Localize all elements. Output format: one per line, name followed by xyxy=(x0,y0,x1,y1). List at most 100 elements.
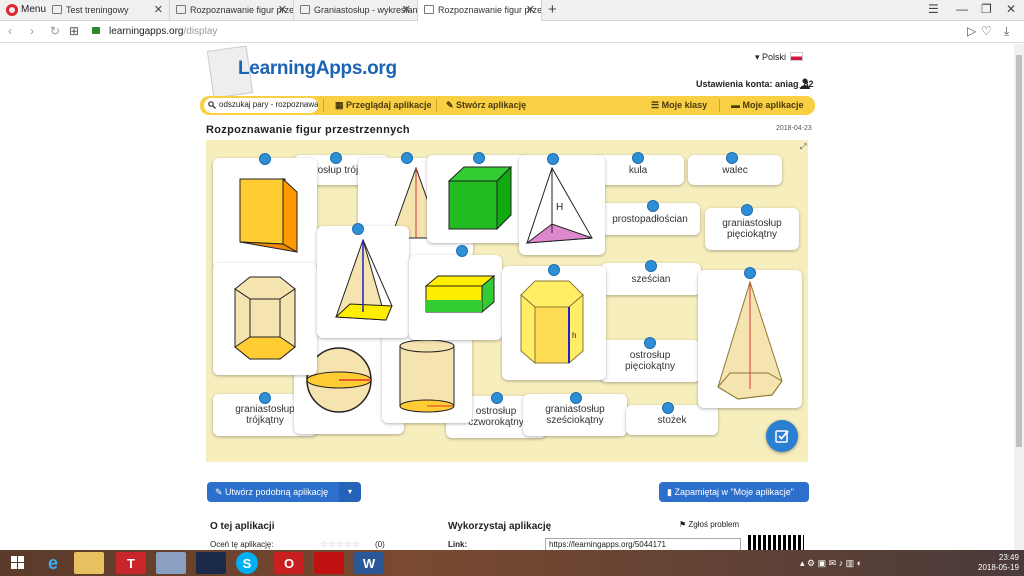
opera-taskbar-icon[interactable]: O xyxy=(274,552,304,574)
close-tab-icon[interactable]: ✕ xyxy=(278,3,287,16)
acrobat-icon[interactable] xyxy=(314,552,344,574)
search-input[interactable]: odszukaj pary - rozpoznawanie xyxy=(204,98,318,113)
t-app-icon[interactable]: T xyxy=(116,552,146,574)
cube-icon xyxy=(447,165,513,231)
my-apps-link[interactable]: ▬ Moje aplikacje xyxy=(731,100,804,110)
browse-apps-link[interactable]: ▦ Przeglądaj aplikacje xyxy=(335,100,432,111)
language-label: Polski xyxy=(762,52,787,62)
card-image-square-pyramid[interactable] xyxy=(317,226,409,338)
browser-tab-bar: Menu Test treningowy ✕ Rozpoznawanie fig… xyxy=(0,0,1024,21)
file-explorer-icon[interactable] xyxy=(74,552,104,574)
rating-stars[interactable]: ☆☆☆☆☆ xyxy=(320,539,360,550)
my-classes-link[interactable]: ☰ Moje klasy xyxy=(651,100,707,111)
connector-dot[interactable] xyxy=(647,200,659,212)
card-image-triangular-pyramid-h[interactable]: H xyxy=(519,155,605,255)
my-classes-label: Moje klasy xyxy=(661,100,708,110)
card-image-pentagonal-pyramid[interactable] xyxy=(698,270,802,408)
speed-dial-icon[interactable]: ⊞ xyxy=(69,24,79,38)
card-label: prostopadłościan xyxy=(612,213,688,225)
download-icon[interactable]: ⤓ xyxy=(1004,24,1009,39)
cuboid-icon xyxy=(424,274,495,313)
card-label: ostrosłup czworokątny xyxy=(468,406,524,428)
create-app-link[interactable]: ✎ Stwórz aplikację xyxy=(446,100,526,111)
create-similar-label: Utwórz podobną aplikację xyxy=(225,487,329,497)
connector-dot[interactable] xyxy=(547,153,559,165)
card-image-triangular-prism[interactable] xyxy=(213,158,317,270)
new-tab-icon[interactable]: + xyxy=(548,1,557,18)
create-similar-app-button[interactable]: ✎ Utwórz podobną aplikację xyxy=(207,482,343,502)
connector-dot[interactable] xyxy=(632,152,644,164)
page-icon xyxy=(424,5,434,14)
windows-start-icon[interactable] xyxy=(4,552,32,574)
restore-icon[interactable]: ❐ xyxy=(981,2,992,16)
app-title: Rozpoznawanie figur przestrzennych xyxy=(206,124,410,136)
connector-dot[interactable] xyxy=(645,260,657,272)
tab-3[interactable]: Graniastosłup - wykreślanka ✕ xyxy=(294,0,418,21)
internet-explorer-icon[interactable]: e xyxy=(38,552,68,574)
app-icon[interactable] xyxy=(156,552,186,574)
close-tab-icon[interactable]: ✕ xyxy=(526,3,535,16)
connector-dot[interactable] xyxy=(401,152,413,164)
tab-1[interactable]: Test treningowy ✕ xyxy=(46,0,170,21)
browser-menu-button[interactable]: Menu xyxy=(21,4,46,15)
close-window-icon[interactable]: ✕ xyxy=(1006,2,1016,16)
scrollbar-thumb[interactable] xyxy=(1016,55,1022,447)
connector-dot[interactable] xyxy=(473,152,485,164)
connector-dot[interactable] xyxy=(259,392,271,404)
hexagonal-prism-height-icon: h xyxy=(520,280,584,365)
connector-dot[interactable] xyxy=(726,152,738,164)
tetrahedron-icon: H xyxy=(525,166,593,244)
save-to-my-apps-button[interactable]: ▮ Zapamiętaj w "Moje aplikacje" xyxy=(659,482,809,502)
skype-icon[interactable]: S xyxy=(236,552,258,574)
language-selector[interactable]: ▾ Polski xyxy=(755,52,786,63)
card-label: ostrosłup pięciokątny xyxy=(624,350,676,372)
url-field[interactable]: learningapps.org/display xyxy=(109,26,217,37)
minimize-icon[interactable]: — xyxy=(956,2,968,16)
connector-dot[interactable] xyxy=(491,392,503,404)
send-icon[interactable]: ▷ xyxy=(967,24,976,38)
card-image-hexagonal-prism-h[interactable]: h xyxy=(502,266,606,380)
account-settings-link[interactable]: Ustawienia konta: aniag_82 xyxy=(696,79,814,89)
logo[interactable]: LearningApps.org xyxy=(206,45,410,99)
connector-dot[interactable] xyxy=(570,392,582,404)
connector-dot[interactable] xyxy=(259,153,271,165)
tab-2[interactable]: Rozpoznawanie figur przestrzennych ✕ xyxy=(170,0,294,21)
search-icon xyxy=(208,101,216,109)
card-graniastoslup-pieciokatny[interactable]: graniastosłup pięciokątny xyxy=(705,208,799,250)
connector-dot[interactable] xyxy=(741,204,753,216)
calculator-icon[interactable] xyxy=(196,552,226,574)
opera-logo-icon[interactable] xyxy=(6,4,18,16)
connector-dot[interactable] xyxy=(352,223,364,235)
back-icon[interactable]: ‹ xyxy=(8,24,12,38)
lock-icon xyxy=(92,27,100,34)
connector-dot[interactable] xyxy=(744,267,756,279)
forward-icon[interactable]: › xyxy=(30,24,34,38)
report-problem-link[interactable]: ⚑ Zgłoś problem xyxy=(679,520,739,529)
tab-menu-icon[interactable]: ☰ xyxy=(928,2,939,16)
connector-dot[interactable] xyxy=(548,264,560,276)
connector-dot[interactable] xyxy=(330,152,342,164)
card-image-hexagonal-prism[interactable] xyxy=(213,263,317,375)
card-image-cube[interactable] xyxy=(427,155,531,243)
taskbar-clock[interactable]: 23:49 2018-05-19 xyxy=(978,553,1019,573)
create-similar-dropdown[interactable]: ▾ xyxy=(339,482,361,502)
connector-dot[interactable] xyxy=(456,245,468,257)
tab-4-active[interactable]: Rozpoznawanie figur przestrzennych ✕ xyxy=(418,0,542,21)
bookmark-heart-icon[interactable]: ♡ xyxy=(981,24,992,38)
nav-divider xyxy=(323,99,324,112)
tab-label: Test treningowy xyxy=(66,5,129,15)
app-link-value: https://learningapps.org/5044171 xyxy=(549,540,666,549)
reload-icon[interactable]: ↻ xyxy=(50,24,60,38)
user-icon[interactable] xyxy=(800,78,810,89)
fullscreen-icon[interactable]: ⤢ xyxy=(800,142,806,152)
check-answers-button[interactable] xyxy=(766,420,798,452)
use-app-heading: Wykorzystaj aplikację xyxy=(448,521,552,532)
card-image-cylinder[interactable] xyxy=(382,328,472,423)
connector-dot[interactable] xyxy=(644,337,656,349)
connector-dot[interactable] xyxy=(662,402,674,414)
close-tab-icon[interactable]: ✕ xyxy=(154,3,163,16)
card-image-cuboid[interactable] xyxy=(409,255,502,340)
word-icon[interactable]: W xyxy=(354,552,384,574)
close-tab-icon[interactable]: ✕ xyxy=(402,3,411,16)
tray-icons[interactable]: ▴ ⚙ ▣ ✉ ♪ ▥ ◐ xyxy=(800,558,862,569)
